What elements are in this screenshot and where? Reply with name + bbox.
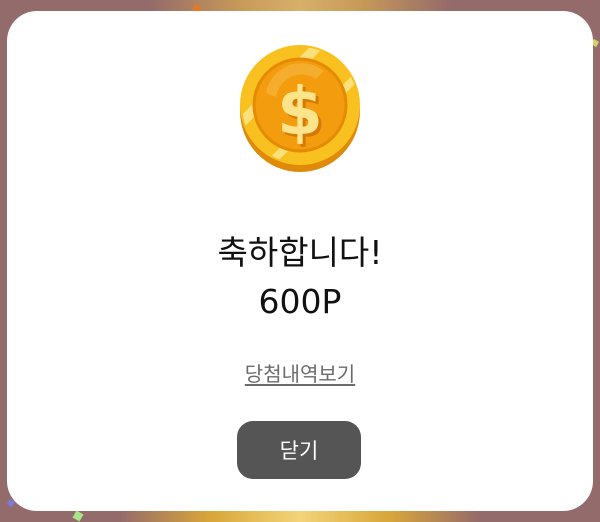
reward-points: 600P [258,282,342,321]
view-history-link[interactable]: 당첨내역보기 [245,362,355,386]
history-link-row: 당첨내역보기 [7,360,593,388]
reward-modal: $ $ 축하합니다! 600P 당첨내역보기 닫기 [7,11,593,511]
backdrop-glow-bottom [120,510,480,522]
confetti-piece [72,510,84,522]
gold-dollar-coin-icon: $ $ [240,45,360,172]
svg-text:$: $ [277,73,323,150]
congratulations-title: 축하합니다! [217,233,383,272]
close-button[interactable]: 닫기 [237,421,361,479]
